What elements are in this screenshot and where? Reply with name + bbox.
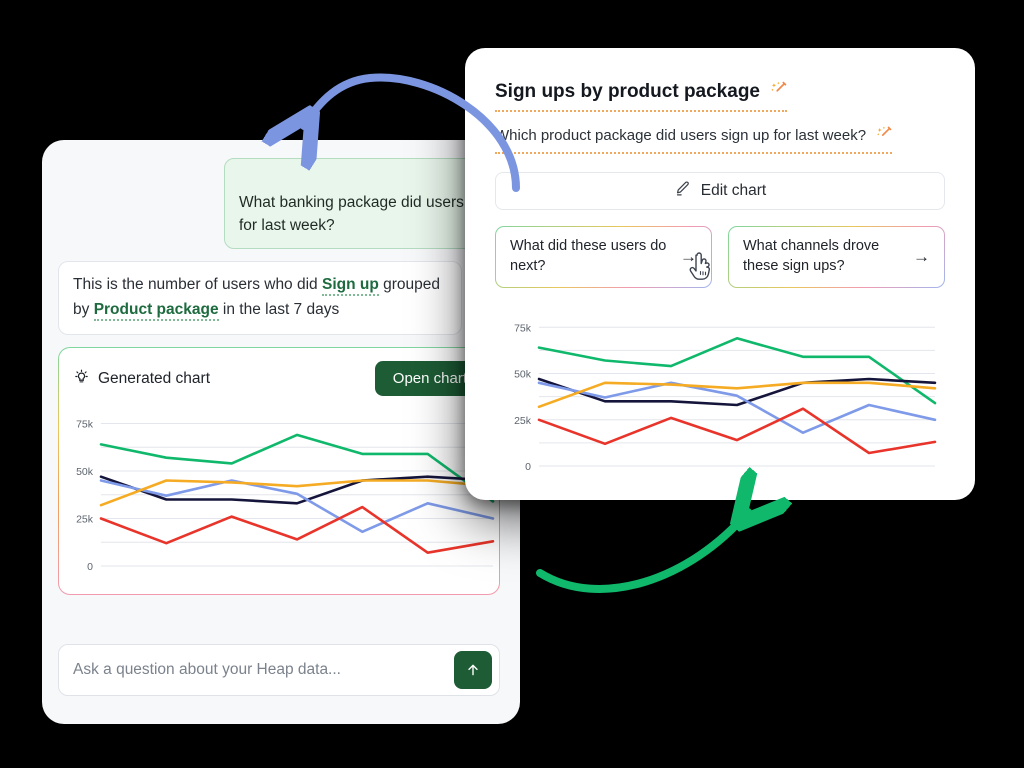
detail-card-subtitle: Which product package did users sign up …	[495, 127, 867, 144]
series-line	[537, 381, 937, 434]
generated-chart-title-group: Generated chart	[73, 368, 210, 390]
pencil-icon	[674, 180, 691, 202]
generated-chart-header: Generated chart Open chart	[59, 348, 499, 396]
group-by-chip[interactable]: Product package	[93, 301, 219, 322]
magic-wand-sparkles-icon[interactable]	[769, 80, 787, 104]
y-axis-tick-label: 75k	[76, 419, 94, 431]
composer-row	[58, 644, 500, 696]
y-axis-tick-label: 25k	[514, 415, 532, 427]
arrow-right-icon: →	[913, 246, 930, 266]
arrow-up-icon	[468, 664, 478, 676]
series-line	[537, 407, 937, 455]
send-button[interactable]	[454, 651, 492, 689]
suggestion-chip-label: What channels drove these sign ups?	[743, 238, 880, 274]
mini-chart-svg: 0 25k 50k 75k	[76, 419, 495, 573]
assistant-message-bubble: This is the number of users who did Sign…	[58, 261, 462, 335]
chart-detail-card: Sign ups by product package Which produc…	[465, 48, 975, 500]
metric-chip[interactable]: Sign up	[321, 276, 379, 297]
y-axis-tick-label: 0	[525, 461, 531, 473]
suggestion-chip-label: What did these users do next?	[510, 238, 667, 274]
y-axis-tick-label: 75k	[514, 322, 532, 334]
assistant-text-prefix: This is the number of users who did	[73, 276, 318, 294]
suggestion-chip-list: What did these users do next? → What cha…	[495, 226, 945, 288]
detail-chart-svg: 0 25k 50k 75k	[514, 322, 937, 473]
pointing-hand-cursor	[688, 252, 714, 287]
screenshot-stage: What banking package did users sign up f…	[0, 0, 1024, 768]
generated-chart-panel: Generated chart Open chart 0 25k 50k 75k	[58, 347, 500, 595]
series-line	[99, 479, 495, 534]
generated-chart-label: Generated chart	[98, 369, 211, 387]
series-line	[99, 505, 495, 554]
detail-card-title: Sign ups by product package	[495, 81, 760, 102]
edit-chart-label: Edit chart	[700, 182, 767, 199]
detail-card-title-group: Sign ups by product package	[495, 80, 787, 112]
detail-card-subtitle-group: Which product package did users sign up …	[495, 125, 893, 154]
assistant-text-suffix: in the last 7 days	[222, 301, 340, 319]
green-flow-arrow	[536, 512, 748, 593]
series-line	[99, 433, 495, 503]
series-line	[537, 337, 937, 405]
lightbulb-icon	[73, 368, 90, 390]
chat-card: What banking package did users sign up f…	[42, 140, 520, 724]
y-axis-tick-label: 0	[87, 561, 93, 573]
suggestion-chip-channels[interactable]: What channels drove these sign ups? →	[728, 226, 945, 288]
question-input[interactable]	[73, 661, 454, 679]
suggestion-chip-next-action[interactable]: What did these users do next? →	[495, 226, 712, 288]
mini-chart: 0 25k 50k 75k	[59, 396, 499, 592]
y-axis-tick-label: 25k	[76, 514, 94, 526]
detail-chart: 0 25k 50k 75k	[495, 302, 945, 497]
magic-wand-sparkles-icon[interactable]	[875, 125, 892, 146]
y-axis-tick-label: 50k	[514, 369, 532, 381]
edit-chart-button[interactable]: Edit chart	[495, 172, 945, 210]
y-axis-tick-label: 50k	[76, 466, 94, 478]
